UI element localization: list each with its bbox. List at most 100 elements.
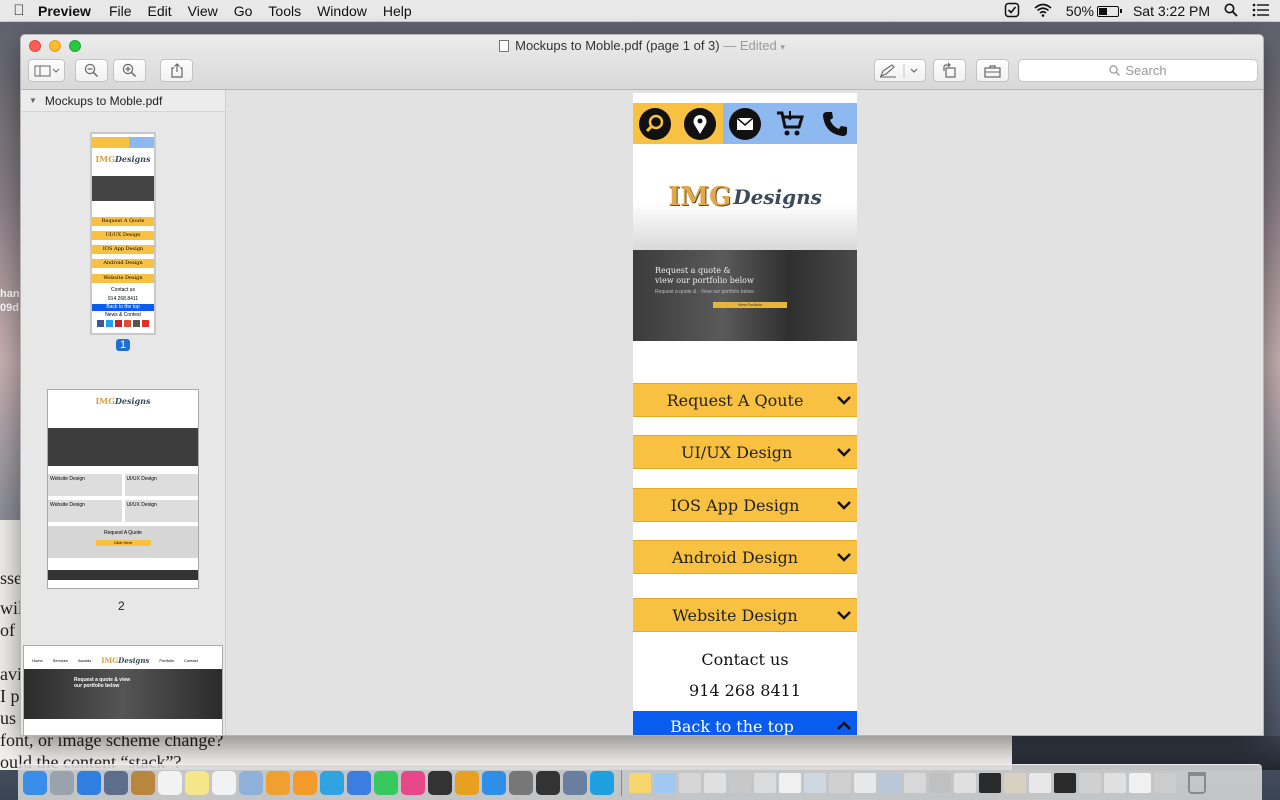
dock-app-icon[interactable] bbox=[509, 770, 533, 795]
dock-window-thumbnail[interactable] bbox=[629, 772, 651, 793]
menu-view[interactable]: View bbox=[188, 3, 218, 19]
menu-file[interactable]: File bbox=[109, 3, 132, 19]
dock-window-thumbnail[interactable] bbox=[779, 772, 801, 793]
dock-window-thumbnail[interactable] bbox=[804, 772, 826, 793]
menu-bar:  Preview File Edit View Go Tools Window… bbox=[0, 0, 1280, 22]
thumbnail-page-2[interactable]: IMGDesigns Website Design UI/UX Design W… bbox=[47, 389, 199, 589]
dock-window-thumbnail[interactable] bbox=[854, 772, 876, 793]
markup-button[interactable] bbox=[874, 59, 926, 82]
dock-window-thumbnail[interactable] bbox=[654, 772, 676, 793]
dock-app-icon[interactable] bbox=[482, 770, 506, 795]
chevron-down-icon bbox=[831, 395, 857, 405]
dock-window-thumbnail[interactable] bbox=[729, 772, 751, 793]
dock-window-thumbnail[interactable] bbox=[1004, 772, 1026, 793]
rotate-button[interactable] bbox=[933, 59, 966, 82]
trash-icon[interactable] bbox=[1188, 771, 1206, 794]
accordion-label: Request A Qoute bbox=[666, 390, 804, 410]
wifi-icon[interactable] bbox=[1034, 3, 1052, 20]
dock-window-thumbnail[interactable] bbox=[1029, 772, 1051, 793]
checkmark-status-icon[interactable] bbox=[1004, 2, 1020, 21]
dock-app-icon[interactable] bbox=[563, 770, 587, 795]
mockup-mail-cell bbox=[722, 103, 768, 144]
thumb-card: UI/UX Design bbox=[124, 500, 198, 522]
spotlight-search-icon[interactable] bbox=[1224, 3, 1238, 20]
menu-go[interactable]: Go bbox=[234, 3, 253, 19]
zoom-out-button[interactable] bbox=[75, 59, 108, 82]
menu-tools[interactable]: Tools bbox=[268, 3, 301, 19]
zoom-in-button[interactable] bbox=[113, 59, 146, 82]
thumb-card: Website Design bbox=[48, 500, 122, 522]
dock-window-thumbnail[interactable] bbox=[879, 772, 901, 793]
dock-app-icon[interactable] bbox=[185, 770, 209, 795]
dock-window-thumbnail[interactable] bbox=[1104, 772, 1126, 793]
sidebar-view-button[interactable] bbox=[28, 59, 65, 82]
thumb-click-here: Click Here bbox=[95, 540, 151, 546]
dock-app-icon[interactable] bbox=[23, 770, 47, 795]
preview-window: Mockups to Moble.pdf (page 1 of 3) — Edi… bbox=[20, 34, 1264, 736]
dock-app-icon[interactable] bbox=[401, 770, 425, 795]
thumb-menu-item: UI/UX Design bbox=[92, 231, 154, 240]
dock-app-icon[interactable] bbox=[293, 770, 317, 795]
dock-window-thumbnail[interactable] bbox=[1079, 772, 1101, 793]
menu-window[interactable]: Window bbox=[317, 3, 367, 19]
page-number-1[interactable]: 1 bbox=[116, 339, 131, 351]
dock-app-icon[interactable] bbox=[212, 770, 236, 795]
document-view[interactable]: IMG Designs Request a quote & view our po… bbox=[226, 90, 1263, 735]
dock-app-icon[interactable] bbox=[536, 770, 560, 795]
dock-app-icon[interactable] bbox=[347, 770, 371, 795]
thumb-request-block: Request A Quote Click Here bbox=[48, 526, 198, 558]
dock-app-icon[interactable] bbox=[455, 770, 479, 795]
thumb-menu-item: Website Design bbox=[92, 274, 154, 283]
thumb-social-icons bbox=[92, 320, 154, 327]
dock-window-thumbnail[interactable] bbox=[954, 772, 976, 793]
toolbox-button[interactable] bbox=[976, 59, 1009, 82]
background-doc-line: us bbox=[0, 708, 17, 728]
dock-window-thumbnail[interactable] bbox=[929, 772, 951, 793]
apple-menu-icon[interactable]:  bbox=[0, 2, 38, 19]
dock-window-thumbnail[interactable] bbox=[1129, 772, 1151, 793]
notification-center-icon[interactable] bbox=[1252, 3, 1270, 20]
dock-window-thumbnail[interactable] bbox=[1154, 772, 1176, 793]
dock-app-icon[interactable] bbox=[590, 770, 614, 795]
hero-line-1: Request a quote & bbox=[655, 266, 731, 275]
dock-app-icon[interactable] bbox=[50, 770, 74, 795]
thumb-icon-bar bbox=[92, 137, 154, 148]
mockup-cart-cell bbox=[767, 103, 813, 144]
dock-window-thumbnail[interactable] bbox=[1054, 772, 1076, 793]
menu-app-name[interactable]: Preview bbox=[38, 3, 91, 19]
window-title-text[interactable]: Mockups to Moble.pdf (page 1 of 3) bbox=[515, 38, 720, 53]
dock-app-icon[interactable] bbox=[158, 770, 182, 795]
clock[interactable]: Sat 3:22 PM bbox=[1133, 3, 1210, 19]
dock-window-thumbnail[interactable] bbox=[829, 772, 851, 793]
thumbnail-page-3[interactable]: Home Services Awards IMGDesigns Portfoli… bbox=[23, 645, 223, 735]
thumbnail-sidebar: ▼ Mockups to Moble.pdf IMGDesigns Reques… bbox=[21, 90, 226, 735]
search-input[interactable]: Search bbox=[1018, 59, 1258, 82]
share-button[interactable] bbox=[160, 59, 193, 82]
cart-icon bbox=[776, 110, 804, 135]
dock-app-icon[interactable] bbox=[266, 770, 290, 795]
dock-window-thumbnail[interactable] bbox=[979, 772, 1001, 793]
dock-app-icon[interactable] bbox=[77, 770, 101, 795]
thumb-menu-item: Android Design bbox=[92, 259, 154, 268]
dock-window-thumbnail[interactable] bbox=[679, 772, 701, 793]
dock-window-thumbnail[interactable] bbox=[904, 772, 926, 793]
edited-status[interactable]: — Edited bbox=[723, 38, 776, 53]
menu-help[interactable]: Help bbox=[383, 3, 412, 19]
dock-app-icon[interactable] bbox=[131, 770, 155, 795]
dock-app-icon[interactable] bbox=[239, 770, 263, 795]
dock-app-icon[interactable] bbox=[320, 770, 344, 795]
page-number-2[interactable]: 2 bbox=[118, 599, 125, 613]
battery-status[interactable]: 50% bbox=[1066, 3, 1122, 19]
thumbnail-page-1[interactable]: IMGDesigns Request A Qoute UI/UX Design … bbox=[90, 132, 156, 335]
dock-app-icon[interactable] bbox=[104, 770, 128, 795]
dock-app-icon[interactable] bbox=[374, 770, 398, 795]
disclosure-triangle-icon[interactable]: ▼ bbox=[29, 96, 37, 105]
zoom-in-icon bbox=[122, 63, 137, 78]
sidebar-file-header[interactable]: ▼ Mockups to Moble.pdf bbox=[21, 90, 225, 112]
menu-edit[interactable]: Edit bbox=[148, 3, 172, 19]
dock-app-icon[interactable] bbox=[428, 770, 452, 795]
mockup-search-cell bbox=[633, 103, 678, 144]
chevron-down-icon[interactable]: ▾ bbox=[780, 42, 785, 52]
dock-window-thumbnail[interactable] bbox=[704, 772, 726, 793]
dock-window-thumbnail[interactable] bbox=[754, 772, 776, 793]
